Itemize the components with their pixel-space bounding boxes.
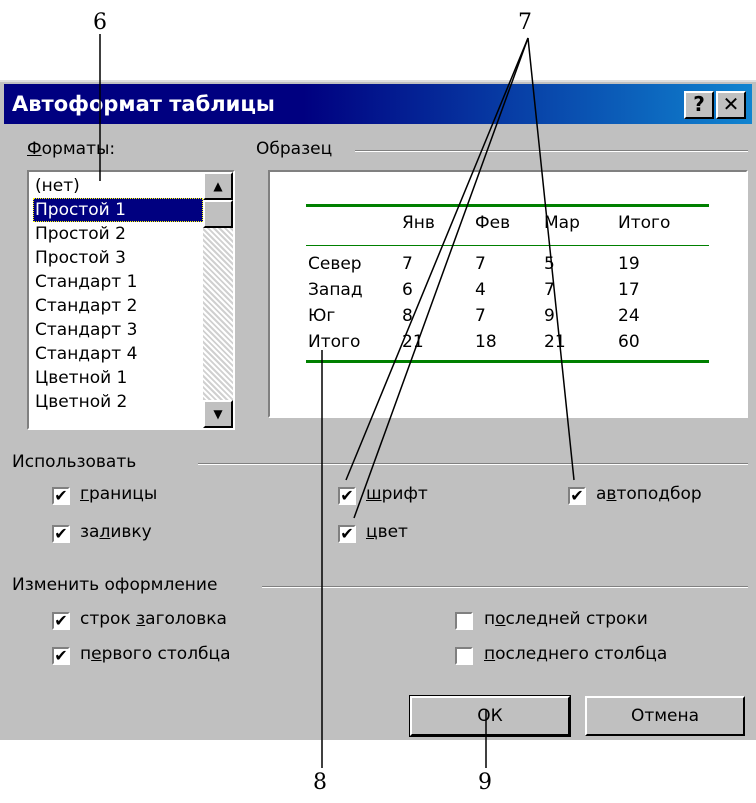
arrow-down-icon: ▼ — [213, 407, 223, 421]
formats-list: (нет) Простой 1 Простой 2 Простой 3 Стан… — [33, 174, 203, 414]
sample-header-cell: Янв — [402, 213, 435, 233]
format-item-colorful-2[interactable]: Цветной 2 — [33, 390, 203, 414]
sample-cell: 8 — [402, 306, 413, 326]
sample-row-label: Юг — [308, 306, 336, 326]
first-column-checkbox[interactable]: ✔ — [52, 647, 70, 665]
borders-label[interactable]: границы — [80, 484, 157, 504]
ok-button[interactable]: ОК — [409, 695, 571, 737]
sample-preview: Янв Фев Мар Итого Север 7 7 5 19 Запад 6… — [268, 170, 748, 418]
sample-cell: 7 — [475, 254, 486, 274]
sample-cell: 17 — [618, 280, 640, 300]
title-bar: Автоформат таблицы ? ✕ — [4, 84, 752, 124]
color-checkbox[interactable]: ✔ — [338, 525, 356, 543]
formats-label: Форматы: — [27, 139, 116, 159]
sample-cell: 60 — [618, 332, 640, 352]
format-item-simple-3[interactable]: Простой 3 — [33, 246, 203, 270]
header-rows-label[interactable]: строк заголовка — [80, 609, 227, 629]
sample-cell: 19 — [618, 254, 640, 274]
callout-9: 9 — [478, 770, 492, 795]
font-checkbox[interactable]: ✔ — [338, 487, 356, 505]
font-label[interactable]: шрифт — [366, 484, 428, 504]
use-group-line — [198, 463, 748, 465]
preview-bottom-rule — [306, 360, 709, 363]
sample-cell: 21 — [402, 332, 424, 352]
scroll-thumb[interactable] — [203, 200, 233, 228]
autofit-checkbox[interactable]: ✔ — [568, 487, 586, 505]
format-item-simple-1[interactable]: Простой 1 — [33, 198, 203, 222]
sample-cell: 4 — [475, 280, 486, 300]
color-label[interactable]: цвет — [366, 522, 408, 542]
fill-label[interactable]: заливку — [80, 522, 152, 542]
formats-scrollbar[interactable]: ▲ ▼ — [203, 172, 233, 428]
format-item-simple-2[interactable]: Простой 2 — [33, 222, 203, 246]
borders-checkbox[interactable]: ✔ — [52, 487, 70, 505]
sample-cell: 5 — [544, 254, 555, 274]
preview-top-rule — [306, 204, 709, 207]
last-column-label[interactable]: последнего столбца — [484, 644, 667, 664]
arrow-up-icon: ▲ — [213, 179, 223, 193]
sample-label: Образец — [256, 139, 333, 159]
apply-group-line — [262, 586, 748, 588]
sample-cell: 6 — [402, 280, 413, 300]
sample-cell: 7 — [475, 306, 486, 326]
cancel-button[interactable]: Отмена — [585, 696, 745, 736]
scroll-down-button[interactable]: ▼ — [203, 400, 233, 428]
format-item-standard-2[interactable]: Стандарт 2 — [33, 294, 203, 318]
dialog-title: Автоформат таблицы — [12, 92, 275, 116]
sample-cell: 7 — [544, 280, 555, 300]
sample-group-line — [355, 150, 748, 152]
sample-row-label: Итого — [308, 332, 361, 352]
format-item-standard-1[interactable]: Стандарт 1 — [33, 270, 203, 294]
callout-8: 8 — [313, 770, 327, 795]
sample-header-cell: Мар — [544, 213, 580, 233]
scroll-up-button[interactable]: ▲ — [203, 172, 233, 200]
callout-7: 7 — [518, 10, 532, 35]
last-row-checkbox[interactable] — [455, 612, 473, 630]
sample-row-label: Запад — [308, 280, 363, 300]
sample-cell: 18 — [475, 332, 497, 352]
autofit-label[interactable]: автоподбор — [596, 484, 702, 504]
close-button[interactable]: ✕ — [716, 91, 746, 119]
first-column-label[interactable]: первого столбца — [80, 644, 231, 664]
last-column-checkbox[interactable] — [455, 647, 473, 665]
sample-row-label: Север — [308, 254, 362, 274]
sample-cell: 9 — [544, 306, 555, 326]
apply-group-label: Изменить оформление — [12, 575, 218, 595]
sample-cell: 7 — [402, 254, 413, 274]
header-rows-checkbox[interactable]: ✔ — [52, 612, 70, 630]
help-button[interactable]: ? — [684, 91, 714, 119]
format-item-standard-4[interactable]: Стандарт 4 — [33, 342, 203, 366]
fill-checkbox[interactable]: ✔ — [52, 525, 70, 543]
sample-cell: 21 — [544, 332, 566, 352]
last-row-label[interactable]: последней строки — [484, 609, 648, 629]
preview-header-rule — [306, 245, 709, 246]
sample-cell: 24 — [618, 306, 640, 326]
format-item-standard-3[interactable]: Стандарт 3 — [33, 318, 203, 342]
use-group-label: Использовать — [12, 452, 137, 472]
format-item-none[interactable]: (нет) — [33, 174, 203, 198]
sample-header-cell: Фев — [475, 213, 511, 233]
callout-6: 6 — [93, 10, 107, 35]
formats-listbox[interactable]: (нет) Простой 1 Простой 2 Простой 3 Стан… — [27, 170, 235, 430]
autoformat-dialog: Автоформат таблицы ? ✕ Форматы: (нет) Пр… — [0, 80, 756, 740]
sample-header-cell: Итого — [618, 213, 671, 233]
format-item-colorful-1[interactable]: Цветной 1 — [33, 366, 203, 390]
